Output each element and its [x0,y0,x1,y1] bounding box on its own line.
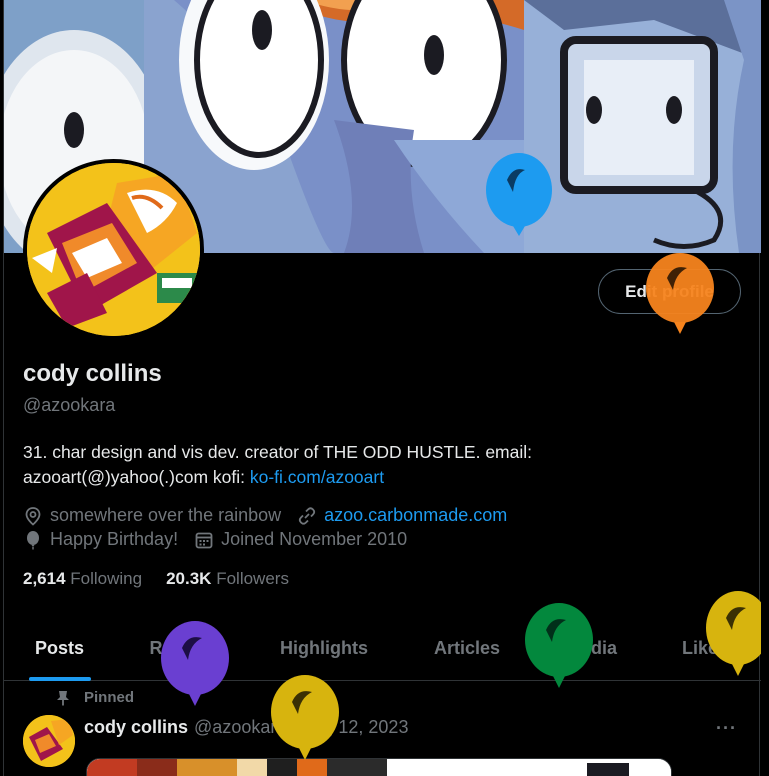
profile-bio: 31. char design and vis dev. creator of … [23,440,623,490]
website-item: azoo.carbonmade.com [297,505,507,526]
bio-link[interactable]: ko-fi.com/azooart [250,467,384,487]
profile-handle: @azookara [23,395,116,415]
follow-stats: 2,614 Following 20.3K Followers [23,569,313,589]
tweet-author-name[interactable]: cody collins [84,717,188,738]
tab-likes[interactable]: Likes [649,615,761,681]
location-item: somewhere over the rainbow [23,505,281,526]
tweet-media-preview[interactable] [86,758,672,776]
link-icon [298,506,316,525]
profile-meta-row: somewhere over the rainbow azoo.carbonma… [23,505,523,526]
pinned-label: Pinned [84,689,135,706]
website-link[interactable]: azoo.carbonmade.com [324,505,507,526]
tab-label: Highlights [280,637,368,658]
balloon-icon [27,530,39,549]
tab-label: Media [565,637,617,658]
followers-link[interactable]: 20.3K Followers [166,569,289,589]
tweet-header: cody collins @azookara · Aug 12, 2023 [84,717,408,738]
followers-count: 20.3K [166,569,212,588]
tab-label: Posts [34,637,85,658]
media-thumbnail [87,759,671,776]
location-text: somewhere over the rainbow [50,505,282,525]
profile-column: Edit profile cody collins @azookara 31. … [3,0,761,776]
following-count: 2,614 [23,569,66,588]
tab-posts[interactable]: Posts [4,615,115,681]
tab-label: Replies [149,637,214,658]
more-options-icon[interactable]: ··· [716,718,737,739]
tweet-meta[interactable]: @azookara · Aug 12, 2023 [194,717,408,738]
edit-profile-button[interactable]: Edit profile [598,269,741,314]
calendar-icon [195,532,213,548]
tab-highlights[interactable]: Highlights [248,615,400,681]
tab-replies[interactable]: Replies [115,615,248,681]
tweet-avatar[interactable] [23,715,75,767]
birthday-text: Happy Birthday! [50,529,179,549]
location-pin-icon [25,506,41,526]
joined-text: Joined November 2010 [221,529,408,549]
birthday-item: Happy Birthday! [23,529,178,550]
pinned-indicator: Pinned [56,689,134,706]
profile-avatar[interactable] [23,159,204,340]
profile-tabs: Posts Replies Highlights Articles Media … [4,615,761,681]
tab-label: Articles [433,637,501,658]
profile-name: cody collins [23,360,162,387]
profile-meta-row-2: Happy Birthday! Joined November 2010 [23,529,423,550]
active-tab-indicator [28,677,91,681]
pin-icon [57,690,69,705]
following-label: Following [70,569,143,588]
tab-media[interactable]: Media [534,615,649,681]
followers-label: Followers [216,569,289,588]
following-link[interactable]: 2,614 Following [23,569,142,589]
joined-item: Joined November 2010 [194,529,407,550]
tab-label: Likes [681,637,729,658]
tweet-avatar-image [23,715,75,767]
avatar-image [27,163,200,336]
tab-articles[interactable]: Articles [400,615,534,681]
scrollbar[interactable] [761,0,769,776]
